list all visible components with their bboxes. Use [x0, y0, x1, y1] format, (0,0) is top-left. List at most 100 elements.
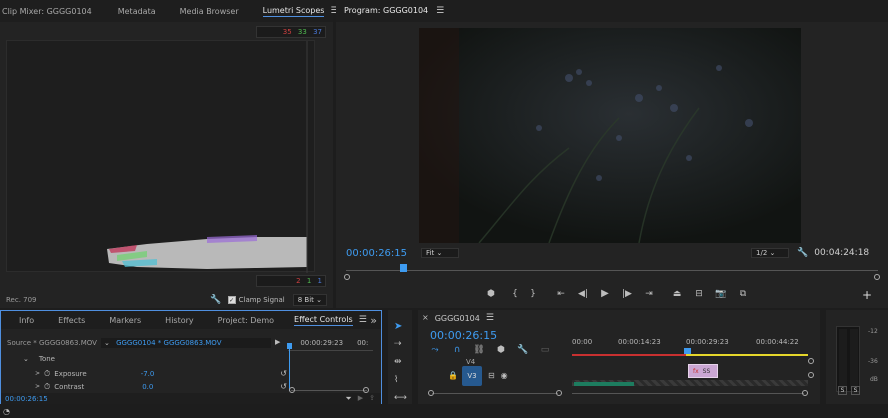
track-v3-target[interactable]: V3: [461, 366, 482, 386]
tab-lumetri-scopes[interactable]: Lumetri Scopes: [262, 6, 325, 17]
razor-tool-icon[interactable]: ⌇: [394, 376, 398, 385]
sync-lock-icon[interactable]: ⊟: [488, 372, 495, 380]
contrast-value[interactable]: 0.0: [142, 383, 153, 391]
contrast-expand-icon[interactable]: >: [35, 384, 40, 390]
playhead[interactable]: [400, 264, 407, 272]
tab-history[interactable]: History: [165, 316, 193, 325]
export-icon[interactable]: ⇪: [369, 395, 375, 402]
go-to-in-icon[interactable]: ⇤: [554, 289, 568, 299]
timeline-settings-icon[interactable]: 🔧: [516, 346, 530, 355]
linked-selection-icon[interactable]: ⛓: [472, 346, 486, 355]
program-scrubber[interactable]: [344, 264, 880, 280]
timeline-ruler[interactable]: 00:00 00:00:14:23 00:00:29:23 00:00:44:2…: [572, 338, 808, 358]
timeline-hscroll-right[interactable]: [556, 390, 562, 396]
play-only-icon[interactable]: ▶: [275, 339, 280, 346]
track-v3-header: 🔒 V3 ⊟ ◉: [448, 366, 508, 386]
contrast-reset-icon[interactable]: ↺: [280, 383, 287, 391]
bit-depth-select[interactable]: 8 Bit ⌄: [292, 294, 327, 306]
tab-project[interactable]: Project: Demo: [218, 316, 274, 325]
exposure-row: > ⏱ Exposure -7.0 ↺: [1, 368, 291, 380]
lock-icon[interactable]: 🔒: [448, 372, 458, 380]
tab-clip-mixer[interactable]: Clip Mixer: GGGG0104: [2, 7, 92, 16]
fit-select[interactable]: Fit ⌄: [421, 248, 460, 258]
add-marker-timeline-icon[interactable]: ⬢: [494, 346, 508, 355]
timeline-hscroll[interactable]: [428, 390, 808, 396]
exposure-value[interactable]: -7.0: [141, 370, 155, 378]
step-forward-icon[interactable]: |▶: [620, 289, 634, 299]
contrast-stopwatch-icon[interactable]: ⏱: [44, 383, 50, 391]
timeline-playhead[interactable]: [684, 348, 691, 354]
mark-out-icon[interactable]: }: [526, 289, 540, 299]
audio-clip-green[interactable]: [574, 382, 634, 386]
filter-icon[interactable]: ⏷: [345, 394, 351, 403]
nest-icon[interactable]: ⤳: [428, 346, 442, 355]
step-back-icon[interactable]: ◀|: [576, 289, 590, 299]
solo-left-button[interactable]: S: [838, 386, 847, 395]
source-label[interactable]: Source * GGGG0863.MOV: [7, 339, 97, 347]
render-bar-yellow: [686, 354, 808, 356]
ec-current-time[interactable]: 00:00:26:15: [5, 395, 48, 403]
extract-icon[interactable]: ⊟: [692, 289, 706, 299]
tab-info[interactable]: Info: [19, 316, 34, 325]
timeline-hscroll-left[interactable]: [428, 390, 434, 396]
timeline-close-icon[interactable]: ×: [422, 314, 429, 322]
scrubber-end-handle[interactable]: [874, 274, 880, 280]
timeline-vscroll-handle-2[interactable]: [808, 372, 814, 378]
video-frame-image: [419, 28, 801, 243]
mark-in-icon[interactable]: {: [508, 289, 522, 299]
exposure-stopwatch-icon[interactable]: ⏱: [44, 370, 50, 378]
add-marker-icon[interactable]: ⬢: [484, 289, 498, 299]
compare-icon[interactable]: ⧉: [736, 289, 750, 299]
slip-tool-icon[interactable]: ⟷: [394, 394, 407, 403]
tab-media-browser[interactable]: Media Browser: [180, 7, 239, 16]
clip-select[interactable]: ⌄ GGGG0104 * GGGG0863.MOV: [100, 337, 271, 348]
tools-panel: ➤ ⇢ ⇹ ⌇ ⟷: [388, 310, 412, 404]
captions-icon[interactable]: ▭: [538, 346, 552, 355]
track-select-tool-icon[interactable]: ⇢: [394, 340, 402, 349]
scrubber-start-handle[interactable]: [344, 274, 350, 280]
scope-green-value: 33: [297, 28, 307, 36]
scope-blue-value: 37: [313, 28, 322, 36]
ripple-edit-tool-icon[interactable]: ⇹: [394, 358, 402, 367]
play-icon[interactable]: ▶: [598, 289, 612, 299]
timeline-menu-icon[interactable]: ☰: [486, 313, 494, 323]
wrench-icon[interactable]: 🔧: [210, 295, 221, 305]
timeline-panel: × GGGG0104 ☰ 00:00:26:15 00:00 00:00:14:…: [418, 310, 820, 404]
effect-overflow-icon[interactable]: »: [370, 315, 377, 326]
tab-effects[interactable]: Effects: [58, 316, 85, 325]
sequence-name[interactable]: GGGG0104: [435, 314, 480, 323]
tone-expand-icon[interactable]: ⌄: [23, 355, 29, 363]
selection-tool-icon[interactable]: ➤: [394, 322, 402, 332]
play-audio-icon[interactable]: ▶: [358, 395, 363, 402]
export-frame-icon[interactable]: 📷: [714, 289, 728, 299]
timeline-vscroll-handle-1[interactable]: [808, 358, 814, 364]
solo-right-button[interactable]: S: [851, 386, 860, 395]
resolution-select[interactable]: 1/2 ⌄: [751, 248, 790, 258]
tone-section[interactable]: ⌄ Tone: [23, 355, 55, 363]
timeline-timecode[interactable]: 00:00:26:15: [430, 329, 497, 342]
clip-v3[interactable]: fx SS: [688, 364, 718, 378]
status-icon[interactable]: ◔: [3, 408, 10, 416]
scope-bottom-bar: Rec. 709 🔧 ✓ Clamp Signal 8 Bit ⌄: [0, 292, 333, 308]
program-timecode[interactable]: 00:00:26:15: [346, 248, 407, 259]
scope-green-bottom: 1: [306, 277, 312, 285]
audio-meter-bars: [836, 326, 860, 392]
tab-effect-controls[interactable]: Effect Controls: [294, 315, 353, 326]
exposure-reset-icon[interactable]: ↺: [280, 370, 287, 378]
add-button-icon[interactable]: +: [862, 289, 872, 301]
tab-metadata[interactable]: Metadata: [118, 7, 156, 16]
eye-icon[interactable]: ◉: [501, 372, 508, 380]
lift-icon[interactable]: ⏏: [670, 289, 684, 299]
effect-controls-menu-icon[interactable]: ☰: [359, 315, 367, 325]
timeline-hscroll-end[interactable]: [802, 390, 808, 396]
program-menu-icon[interactable]: ☰: [436, 6, 444, 16]
clip-name: GGGG0104 * GGGG0863.MOV: [116, 338, 222, 347]
timeline-hscroll-track2: [572, 393, 804, 394]
program-settings-icon[interactable]: 🔧: [797, 248, 808, 258]
tab-program[interactable]: Program: GGGG0104: [344, 6, 428, 16]
snap-icon[interactable]: ∩: [450, 346, 464, 355]
clamp-signal-checkbox[interactable]: ✓: [227, 296, 236, 304]
exposure-expand-icon[interactable]: >: [35, 371, 40, 377]
tab-markers[interactable]: Markers: [109, 316, 141, 325]
go-to-out-icon[interactable]: ⇥: [642, 289, 656, 299]
